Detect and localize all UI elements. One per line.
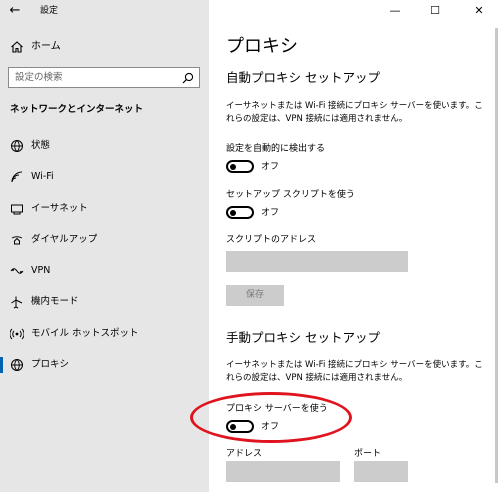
- use-script-state: オフ: [261, 208, 280, 218]
- wifi-icon: [11, 171, 23, 183]
- sidebar-item-label: VPN: [31, 265, 51, 276]
- title-bar: ← 設定: [0, 0, 209, 22]
- selected-indicator: [0, 357, 3, 373]
- use-script-label: セットアップ スクリプトを使う: [226, 190, 355, 200]
- sidebar-item-hotspot[interactable]: モバイル ホットスポット: [0, 322, 209, 346]
- port-label: ポート: [354, 449, 382, 459]
- back-arrow-icon: ←: [9, 3, 21, 18]
- sidebar: ← 設定 ホーム 設定の検索 ネットワークとインターネット 状態 Wi-Fi イ…: [0, 0, 209, 492]
- save-button[interactable]: 保存: [226, 285, 284, 306]
- airplane-icon: [11, 296, 23, 309]
- search-icon[interactable]: [182, 72, 194, 84]
- window-controls: — ☐ ✕: [380, 0, 500, 22]
- sidebar-item-ethernet[interactable]: イーサネット: [0, 197, 209, 221]
- app-title: 設定: [40, 6, 59, 16]
- section-title: ネットワークとインターネット: [10, 104, 144, 115]
- sidebar-item-airplane[interactable]: 機内モード: [0, 290, 209, 314]
- close-button[interactable]: ✕: [464, 0, 494, 22]
- toggle-knob: [230, 209, 236, 216]
- sidebar-item-label: 状態: [31, 140, 51, 151]
- home-label: ホーム: [31, 41, 61, 52]
- use-proxy-label: プロキシ サーバーを使う: [226, 404, 328, 414]
- minimize-icon: —: [389, 4, 401, 17]
- sidebar-item-label: プロキシ: [31, 359, 70, 370]
- search-input[interactable]: 設定の検索: [8, 67, 200, 88]
- sidebar-item-proxy[interactable]: プロキシ: [0, 353, 209, 377]
- sidebar-item-wifi[interactable]: Wi-Fi: [0, 165, 209, 189]
- sidebar-item-label: イーサネット: [31, 203, 88, 214]
- hotspot-icon: [10, 328, 24, 340]
- auto-detect-toggle[interactable]: [226, 160, 254, 173]
- sidebar-item-vpn[interactable]: VPN: [0, 259, 209, 283]
- use-script-toggle[interactable]: [226, 206, 254, 219]
- sidebar-item-label: モバイル ホットスポット: [31, 328, 139, 339]
- address-input[interactable]: [226, 461, 340, 482]
- globe-status-icon: [11, 140, 23, 152]
- close-icon: ✕: [474, 4, 484, 17]
- maximize-icon: ☐: [430, 4, 440, 17]
- auto-proxy-description: イーサネットまたは Wi-Fi 接続にプロキシ サーバーを使います。これらの設定…: [226, 101, 483, 124]
- auto-proxy-heading: 自動プロキシ セットアップ: [226, 70, 380, 85]
- auto-detect-label: 設定を自動的に検出する: [226, 144, 326, 154]
- minimize-button[interactable]: —: [380, 0, 410, 22]
- maximize-button[interactable]: ☐: [420, 0, 450, 22]
- manual-proxy-description: イーサネットまたは Wi-Fi 接続にプロキシ サーバーを使います。これらの設定…: [226, 360, 483, 383]
- script-address-input[interactable]: [226, 251, 408, 272]
- script-address-label: スクリプトのアドレス: [226, 235, 317, 245]
- main-content: — ☐ ✕ プロキシ 自動プロキシ セットアップ イーサネットまたは Wi-Fi…: [209, 0, 500, 492]
- home-link[interactable]: ホーム: [0, 37, 209, 57]
- toggle-knob: [230, 163, 236, 170]
- sidebar-item-status[interactable]: 状態: [0, 134, 209, 158]
- vpn-icon: [10, 268, 24, 274]
- search-placeholder: 設定の検索: [15, 72, 63, 83]
- scrollbar[interactable]: [495, 28, 498, 483]
- ethernet-icon: [11, 204, 23, 215]
- dialup-icon: [11, 236, 23, 245]
- sidebar-item-label: ダイヤルアップ: [31, 234, 98, 245]
- toggle-knob: [230, 423, 236, 430]
- address-label: アドレス: [226, 449, 263, 459]
- globe-icon: [11, 359, 23, 371]
- use-proxy-toggle[interactable]: [226, 420, 254, 433]
- auto-detect-state: オフ: [261, 162, 280, 172]
- sidebar-item-label: Wi-Fi: [31, 171, 54, 182]
- back-button[interactable]: ←: [6, 3, 24, 19]
- manual-proxy-heading: 手動プロキシ セットアップ: [226, 330, 380, 345]
- page-title: プロキシ: [226, 36, 298, 57]
- sidebar-item-dialup[interactable]: ダイヤルアップ: [0, 228, 209, 252]
- home-icon: [11, 41, 23, 53]
- use-proxy-state: オフ: [261, 422, 280, 432]
- port-input[interactable]: [354, 461, 408, 482]
- sidebar-item-label: 機内モード: [31, 296, 79, 307]
